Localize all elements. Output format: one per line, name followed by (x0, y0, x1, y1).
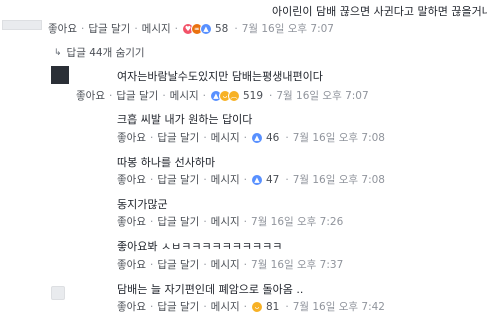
message-button[interactable]: 메시지 (211, 257, 240, 272)
reaction-count[interactable]: 46 (266, 132, 279, 144)
reactions[interactable]: ▲ (250, 173, 263, 186)
reply-meta: 좋아요 · 답글 달기 · 메시지 · ▲ ᴗ ︵ 519 · 7월 16일 오… (76, 88, 369, 103)
reactions[interactable]: ♥ ≖ ▲ (181, 22, 212, 35)
like-button[interactable]: 좋아요 (48, 21, 77, 36)
hide-replies-label: 답글 44개 숨기기 (66, 47, 145, 59)
like-button[interactable]: 좋아요 (76, 88, 105, 103)
like-icon: ▲ (199, 22, 212, 35)
timestamp[interactable]: 7월 16일 오후 7:42 (293, 299, 385, 314)
reply-text: 따봉 하나를 선사하마 (117, 156, 216, 169)
reaction-count[interactable]: 47 (266, 174, 279, 186)
reaction-count[interactable]: 81 (266, 301, 279, 313)
message-button[interactable]: 메시지 (211, 172, 240, 187)
like-icon: ▲ (250, 173, 263, 186)
message-button[interactable]: 메시지 (142, 21, 171, 36)
timestamp[interactable]: 7월 16일 오후 7:07 (276, 88, 368, 103)
like-button[interactable]: 좋아요 (117, 299, 146, 314)
like-button[interactable]: 좋아요 (117, 257, 146, 272)
reactions[interactable]: ▲ (250, 131, 263, 144)
reply-arrow-icon: ↳ (54, 47, 62, 58)
like-button[interactable]: 좋아요 (117, 130, 146, 145)
like-button[interactable]: 좋아요 (117, 214, 146, 229)
reply-meta: 좋아요 · 답글 달기 · 메시지 · ▲ 46 · 7월 16일 오후 7:0… (117, 130, 385, 145)
reaction-count[interactable]: 58 (215, 23, 228, 35)
timestamp[interactable]: 7월 16일 오후 7:26 (251, 214, 343, 229)
reaction-count[interactable]: 519 (243, 90, 263, 102)
sad-icon: ︵ (227, 89, 240, 102)
hide-replies-link[interactable]: ↳ 답글 44개 숨기기 (54, 45, 145, 60)
avatar[interactable] (51, 66, 69, 84)
reply-button[interactable]: 답글 달기 (116, 88, 158, 103)
message-button[interactable]: 메시지 (211, 130, 240, 145)
reply-button[interactable]: 답글 달기 (157, 299, 199, 314)
reply-button[interactable]: 답글 달기 (157, 214, 199, 229)
reply-meta: 좋아요 · 답글 달기 · 메시지 · ᴗ 81 · 7월 16일 오후 7:4… (117, 299, 385, 314)
reply-meta: 좋아요 · 답글 달기 · 메시지 · ▲ 47 · 7월 16일 오후 7:0… (117, 172, 385, 187)
reply-text: 좋아요봐 ㅅㅂㅋㅋㅋㅋㅋㅋㅋㅋㅋㅋ (117, 240, 283, 253)
reply-meta: 좋아요 · 답글 달기 · 메시지 · 7월 16일 오후 7:26 (117, 214, 344, 229)
reactions[interactable]: ᴗ (250, 300, 263, 313)
avatar[interactable] (2, 20, 42, 30)
reply-button[interactable]: 답글 달기 (157, 130, 199, 145)
reply-button[interactable]: 답글 달기 (157, 257, 199, 272)
haha-icon: ᴗ (250, 300, 263, 313)
reply-text: 담배는 늘 자기편인데 폐암으로 돌아옴 .. (117, 283, 304, 296)
reply-text: 크흡 씨발 내가 원하는 답이다 (117, 113, 253, 126)
message-button[interactable]: 메시지 (211, 214, 240, 229)
top-comment-meta: 좋아요 · 답글 달기 · 메시지 · ♥ ≖ ▲ 58 · 7월 16일 오후… (48, 21, 334, 36)
timestamp[interactable]: 7월 16일 오후 7:08 (293, 172, 385, 187)
reply-text: 동지가많군 (117, 198, 168, 211)
timestamp[interactable]: 7월 16일 오후 7:07 (242, 21, 334, 36)
message-button[interactable]: 메시지 (170, 88, 199, 103)
reply-meta: 좋아요 · 답글 달기 · 메시지 · 7월 16일 오후 7:37 (117, 257, 344, 272)
avatar[interactable] (51, 286, 65, 300)
like-button[interactable]: 좋아요 (117, 172, 146, 187)
timestamp[interactable]: 7월 16일 오후 7:08 (293, 130, 385, 145)
reactions[interactable]: ▲ ᴗ ︵ (209, 89, 240, 102)
reply-button[interactable]: 답글 달기 (157, 172, 199, 187)
top-comment-text: 아이린이 담배 끊으면 사귄다고 말하면 끊을거냐 (272, 5, 487, 18)
message-button[interactable]: 메시지 (211, 299, 240, 314)
timestamp[interactable]: 7월 16일 오후 7:37 (251, 257, 343, 272)
like-icon: ▲ (250, 131, 263, 144)
reply-button[interactable]: 답글 달기 (88, 21, 130, 36)
reply-text: 여자는바람날수도있지만 담배는평생내편이다 (117, 70, 323, 83)
